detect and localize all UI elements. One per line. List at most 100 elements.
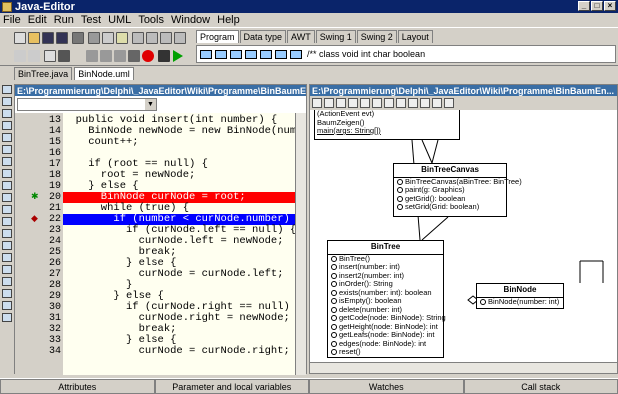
window-icon[interactable] bbox=[245, 49, 257, 59]
code-line[interactable]: curNode = curNode.right; bbox=[63, 346, 295, 357]
if-icon[interactable] bbox=[2, 133, 12, 142]
line-number: 30 bbox=[48, 302, 61, 313]
save-all-icon[interactable] bbox=[56, 32, 68, 44]
console-icon[interactable] bbox=[260, 49, 272, 59]
uml-class-bintreecanvas[interactable]: BinTreeCanvas BinTreeCanvas(aBinTree: Bi… bbox=[393, 163, 522, 217]
tab-swing-2[interactable]: Swing 2 bbox=[356, 30, 397, 43]
line-gutter[interactable]: ✱ ◆ 13 14 15 16 17 18 19 20 21 22 23 24 25 26 27 28 29 30… bbox=[15, 113, 63, 375]
uml-class-bintree[interactable]: BinTree BinTree() insert(number: int) in… bbox=[327, 240, 446, 358]
open-icon[interactable] bbox=[28, 32, 40, 44]
indent-icon[interactable] bbox=[160, 32, 172, 44]
line-number: 16 bbox=[48, 148, 61, 159]
switch-icon[interactable] bbox=[2, 181, 12, 190]
frame-icon[interactable] bbox=[200, 49, 212, 59]
class-icon[interactable] bbox=[290, 49, 302, 59]
maximize-button[interactable]: □ bbox=[591, 1, 603, 11]
code-area[interactable]: public void insert(int number) { BinNode… bbox=[63, 113, 295, 375]
new-icon[interactable] bbox=[14, 32, 26, 44]
format-icon[interactable] bbox=[174, 32, 186, 44]
tab-attributes[interactable]: Attributes bbox=[0, 379, 155, 394]
try-icon[interactable] bbox=[2, 193, 12, 202]
dialog-icon[interactable] bbox=[215, 49, 227, 59]
redo-icon[interactable] bbox=[28, 50, 40, 62]
class-title: BinNode bbox=[477, 284, 563, 298]
panel-icon[interactable] bbox=[275, 49, 287, 59]
line-number: 25 bbox=[48, 247, 61, 258]
comment-icon[interactable] bbox=[2, 205, 12, 214]
undo-icon[interactable] bbox=[14, 50, 26, 62]
indent-icon[interactable] bbox=[2, 229, 12, 238]
member-combo[interactable]: ▼ bbox=[17, 98, 157, 111]
find-icon[interactable] bbox=[44, 50, 56, 62]
menu-window[interactable]: Window bbox=[171, 14, 210, 26]
uml-hscrollbar[interactable] bbox=[310, 362, 617, 373]
chevron-down-icon[interactable]: ▼ bbox=[145, 99, 156, 110]
menu-uml[interactable]: UML bbox=[108, 14, 131, 26]
print-icon[interactable] bbox=[72, 32, 84, 44]
breakpoint-marker-icon[interactable]: ◆ bbox=[31, 213, 38, 224]
structure-icon[interactable] bbox=[132, 32, 144, 44]
breakpoint-icon[interactable] bbox=[142, 50, 154, 62]
menu-help[interactable]: Help bbox=[217, 14, 240, 26]
run-icon[interactable] bbox=[172, 50, 184, 62]
tab-watches[interactable]: Watches bbox=[309, 379, 464, 394]
menu-file[interactable]: File bbox=[3, 14, 21, 26]
uml-class-binnode[interactable]: BinNode BinNode(number: int) bbox=[476, 283, 564, 309]
applet-icon[interactable] bbox=[230, 49, 242, 59]
window-title: Java-Editor bbox=[15, 0, 75, 13]
line-number: 27 bbox=[48, 269, 61, 280]
class-icon[interactable] bbox=[2, 85, 12, 94]
left-structure-bar bbox=[0, 84, 14, 374]
file-tabs: BinTree.java BinNode.uml bbox=[0, 66, 618, 80]
attribute-icon[interactable] bbox=[2, 121, 12, 130]
menu-run[interactable]: Run bbox=[54, 14, 74, 26]
while-icon[interactable] bbox=[2, 145, 12, 154]
line-number: 22 bbox=[48, 214, 61, 225]
code-line[interactable]: count++; bbox=[63, 137, 295, 148]
list-icon[interactable] bbox=[2, 277, 12, 286]
line-number: 14 bbox=[48, 126, 61, 137]
tab-swing-1[interactable]: Swing 1 bbox=[315, 30, 356, 43]
block-icon[interactable] bbox=[2, 217, 12, 226]
menu-tools[interactable]: Tools bbox=[138, 14, 164, 26]
line-number: 15 bbox=[48, 137, 61, 148]
table-icon[interactable] bbox=[2, 289, 12, 298]
bookmark-icon[interactable] bbox=[2, 253, 12, 262]
menu-edit[interactable]: Edit bbox=[28, 14, 47, 26]
goto-icon[interactable] bbox=[2, 265, 12, 274]
step-icon[interactable] bbox=[86, 50, 98, 62]
stop-icon[interactable] bbox=[158, 50, 170, 62]
method-icon[interactable] bbox=[2, 109, 12, 118]
step-over-icon[interactable] bbox=[100, 50, 112, 62]
tab-awt[interactable]: AWT bbox=[287, 30, 315, 43]
editor-scrollbar[interactable] bbox=[295, 113, 306, 375]
copy-icon[interactable] bbox=[102, 32, 114, 44]
form-icon[interactable] bbox=[2, 313, 12, 322]
for-icon[interactable] bbox=[2, 157, 12, 166]
file-tab-binnode[interactable]: BinNode.uml bbox=[74, 67, 134, 80]
paste-icon[interactable] bbox=[116, 32, 128, 44]
minimize-button[interactable]: _ bbox=[578, 1, 590, 11]
line-number: 31 bbox=[48, 313, 61, 324]
grid-icon[interactable] bbox=[2, 301, 12, 310]
unindent-icon[interactable] bbox=[2, 241, 12, 250]
line-number: 32 bbox=[48, 324, 61, 335]
line-number: 19 bbox=[48, 181, 61, 192]
do-icon[interactable] bbox=[2, 169, 12, 178]
step-into-icon[interactable] bbox=[114, 50, 126, 62]
tab-parameters[interactable]: Parameter and local variables bbox=[154, 379, 309, 394]
binoculars-icon[interactable] bbox=[58, 50, 70, 62]
cut-icon[interactable] bbox=[88, 32, 100, 44]
file-tab-bintree[interactable]: BinTree.java bbox=[14, 67, 73, 80]
palette-keywords[interactable]: /** class void int char boolean bbox=[307, 49, 425, 59]
constructor-icon[interactable] bbox=[2, 97, 12, 106]
menu-test[interactable]: Test bbox=[81, 14, 101, 26]
tab-call-stack[interactable]: Call stack bbox=[463, 379, 618, 394]
tab-program[interactable]: Program bbox=[196, 30, 239, 43]
close-button[interactable]: × bbox=[604, 1, 616, 11]
tab-data-type[interactable]: Data type bbox=[239, 30, 287, 43]
save-icon[interactable] bbox=[42, 32, 54, 44]
tab-layout[interactable]: Layout bbox=[397, 30, 433, 43]
compile-icon[interactable] bbox=[146, 32, 158, 44]
breakpoint-list-icon[interactable] bbox=[128, 50, 140, 62]
